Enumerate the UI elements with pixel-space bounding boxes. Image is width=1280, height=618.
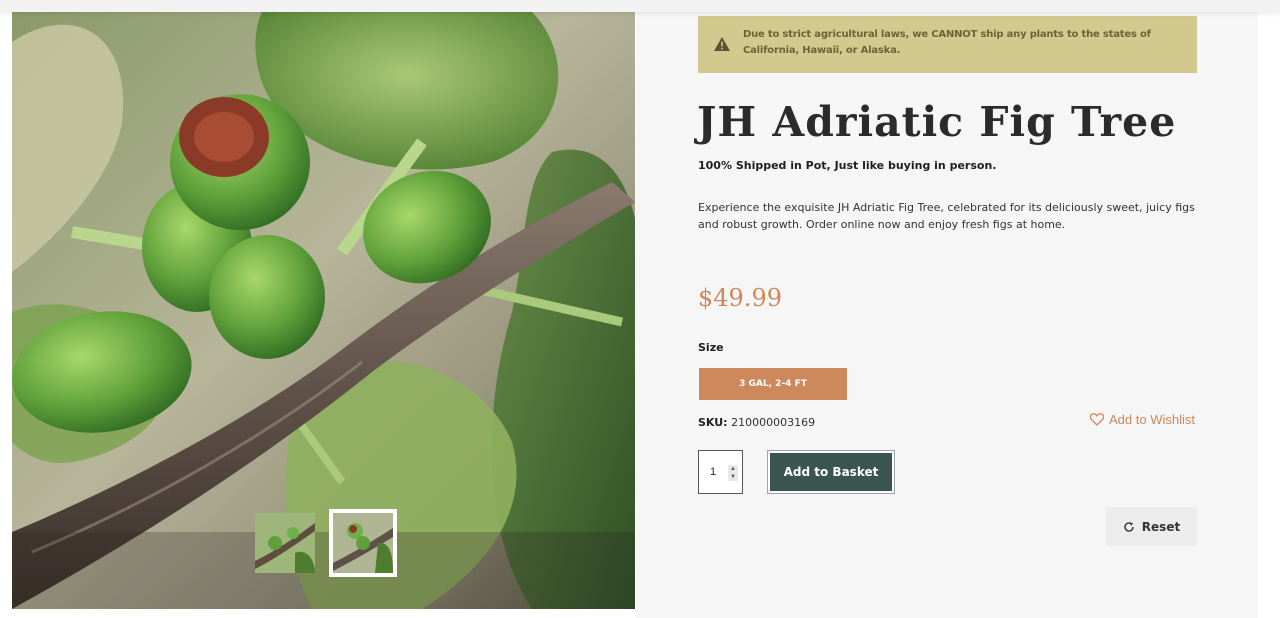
page-edge	[1258, 12, 1280, 618]
gallery-thumbnails	[255, 509, 397, 577]
quantity-input[interactable]: 1	[710, 466, 726, 478]
top-header-strip	[0, 0, 1280, 12]
sku-line: SKU: 210000003169	[698, 416, 815, 429]
reset-button[interactable]: Reset	[1106, 507, 1197, 546]
add-to-basket-button[interactable]: Add to Basket	[767, 450, 895, 494]
size-label: Size	[698, 341, 724, 354]
product-image-gallery	[12, 12, 635, 609]
gallery-thumbnail-1[interactable]	[255, 513, 315, 573]
notice-text: Due to strict agricultural laws, we CANN…	[743, 29, 1151, 56]
shipping-restriction-notice: Due to strict agricultural laws, we CANN…	[698, 16, 1197, 73]
reset-label: Reset	[1141, 519, 1181, 534]
quantity-spinner[interactable]: ▲ ▼	[728, 465, 738, 481]
product-title: JH Adriatic Fig Tree	[697, 98, 1177, 146]
add-to-basket-label: Add to Basket	[770, 453, 892, 491]
sku-value: 210000003169	[731, 416, 816, 429]
gallery-thumbnail-2[interactable]	[329, 509, 397, 577]
chevron-down-icon[interactable]: ▼	[730, 474, 736, 480]
product-price: $49.99	[698, 284, 782, 312]
warning-icon	[714, 37, 730, 51]
size-option-button[interactable]: 3 GAL, 2-4 FT	[699, 368, 847, 400]
chevron-up-icon[interactable]: ▲	[730, 466, 736, 472]
reset-icon	[1123, 521, 1135, 533]
product-description: Experience the exquisite JH Adriatic Fig…	[698, 201, 1195, 231]
product-subtitle: 100% Shipped in Pot, Just like buying in…	[698, 159, 997, 172]
add-to-wishlist-link[interactable]: Add to Wishlist	[1090, 412, 1195, 427]
sku-label: SKU:	[698, 416, 728, 429]
wishlist-label: Add to Wishlist	[1109, 412, 1195, 427]
heart-icon	[1090, 413, 1104, 426]
quantity-stepper[interactable]: 1 ▲ ▼	[698, 450, 743, 494]
